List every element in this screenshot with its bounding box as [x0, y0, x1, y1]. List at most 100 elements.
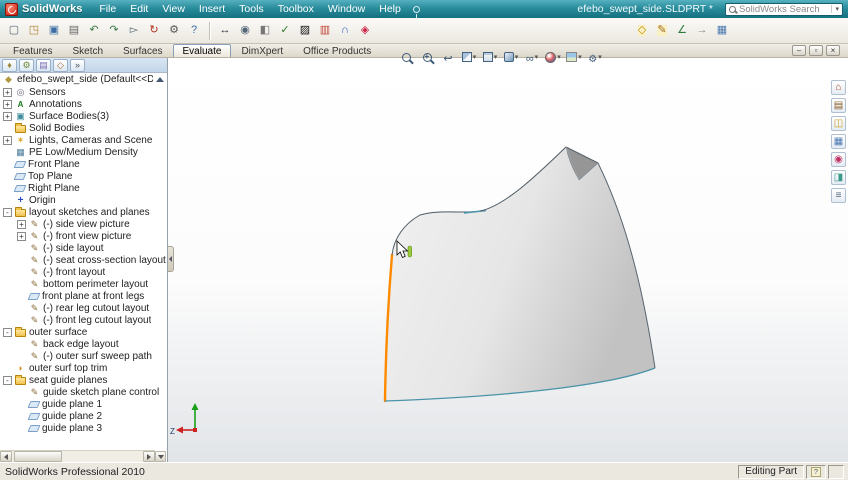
print-button[interactable]: ▤ [65, 22, 83, 40]
material-properties-button[interactable]: ◈ [356, 22, 374, 40]
tree-item[interactable]: bottom perimeter layout [0, 278, 167, 290]
mass-properties-button[interactable]: ◉ [236, 22, 254, 40]
draft-analysis-button[interactable]: ▥ [316, 22, 334, 40]
tree-hscrollbar[interactable] [0, 450, 155, 462]
panel-tabs-overflow[interactable]: » [70, 58, 85, 72]
tab-features[interactable]: Features [3, 44, 62, 57]
zoom-fit-button[interactable] [396, 48, 416, 66]
design-library-button[interactable]: ▤ [831, 98, 846, 113]
tab-evaluate[interactable]: Evaluate [172, 44, 232, 57]
expander-icon[interactable]: - [3, 375, 12, 385]
appearances-button[interactable]: ◉ [831, 152, 846, 167]
sketch-button[interactable]: ✎ [653, 21, 671, 39]
scroll-left-arrow[interactable] [0, 451, 12, 462]
menu-edit[interactable]: Edit [123, 2, 155, 16]
graphics-viewport[interactable]: ⌂ ▤ ◫ ▦ ◉ ◨ ≡ [168, 51, 848, 462]
tree-item[interactable]: - outer surface [0, 326, 167, 338]
tree-item[interactable]: + Annotations [0, 98, 167, 110]
view-settings-button[interactable] [585, 48, 605, 66]
curvature-button[interactable]: ∩ [336, 22, 354, 40]
section-properties-button[interactable]: ◧ [256, 22, 274, 40]
redo-button[interactable]: ↷ [105, 22, 123, 40]
tab-office-products[interactable]: Office Products [293, 44, 381, 57]
scrollbar-track[interactable] [62, 451, 143, 462]
view-palette-button[interactable]: ▦ [831, 134, 846, 149]
tree-item[interactable]: PE Low/Medium Density [0, 146, 167, 158]
tree-item[interactable]: outer surf top trim [0, 362, 167, 374]
expander-icon[interactable]: - [3, 207, 12, 217]
scrollbar-thumb[interactable] [14, 451, 62, 462]
pin-icon[interactable] [412, 5, 420, 18]
custom-properties-button[interactable]: ≡ [831, 188, 846, 203]
edit-appearance-button[interactable] [543, 48, 563, 66]
tab-sketch[interactable]: Sketch [62, 44, 113, 57]
previous-view-button[interactable] [438, 48, 458, 66]
help-button[interactable]: ? [185, 22, 203, 40]
file-explorer-button[interactable]: ◫ [831, 116, 846, 131]
expander-icon[interactable]: - [3, 327, 12, 337]
undo-button[interactable]: ↶ [85, 22, 103, 40]
tree-item[interactable]: + Sensors [0, 86, 167, 98]
expander-icon[interactable]: + [17, 219, 26, 229]
solidworks-resources-button[interactable]: ⌂ [831, 80, 846, 95]
swept-surface-body[interactable] [385, 147, 655, 401]
expander-icon[interactable]: + [3, 87, 12, 97]
tree-item[interactable]: back edge layout [0, 338, 167, 350]
check-entity-button[interactable]: ✓ [276, 22, 294, 40]
expander-icon[interactable]: + [17, 231, 26, 241]
rebuild-button[interactable]: ↻ [145, 22, 163, 40]
tree-item[interactable]: Solid Bodies [0, 122, 167, 134]
select-button[interactable]: ▻ [125, 22, 143, 40]
model-canvas[interactable]: Z [168, 58, 848, 462]
measure-button[interactable]: ↔ [216, 22, 234, 40]
menu-window[interactable]: Window [321, 2, 372, 16]
propertymanager-tab[interactable]: ⚙ [19, 58, 34, 72]
tree-item[interactable]: Right Plane [0, 182, 167, 194]
view-orientation-button[interactable] [480, 48, 500, 66]
tree-root-item[interactable]: efebo_swept_side (Default<<Default>_Dis [0, 73, 167, 86]
tree-item[interactable]: Front Plane [0, 158, 167, 170]
tree-item[interactable]: (-) outer surf sweep path [0, 350, 167, 362]
reference-geometry-button[interactable]: ◇ [633, 21, 651, 39]
scenes-button[interactable]: ◨ [831, 170, 846, 185]
featuremanager-tab[interactable]: ♦ [2, 58, 17, 72]
new-button[interactable]: ▢ [5, 22, 23, 40]
tree-item[interactable]: front plane at front legs [0, 290, 167, 302]
close-button[interactable]: × [826, 45, 840, 56]
display-style-button[interactable] [501, 48, 521, 66]
tree-item[interactable]: + Surface Bodies(3) [0, 110, 167, 122]
tree-item[interactable]: guide plane 3 [0, 422, 167, 434]
search-input[interactable]: SolidWorks Search [739, 4, 828, 15]
tree-item[interactable]: - seat guide planes [0, 374, 167, 386]
minimize-button[interactable]: – [792, 45, 806, 56]
menu-file[interactable]: File [92, 2, 123, 16]
tree-item[interactable]: guide plane 2 [0, 410, 167, 422]
tree-item[interactable]: Origin [0, 194, 167, 206]
configurationmanager-tab[interactable]: ▤ [36, 58, 51, 72]
scroll-right-arrow[interactable] [143, 451, 155, 462]
hide-show-items-button[interactable] [522, 48, 542, 66]
options-button[interactable]: ⚙ [165, 22, 183, 40]
menu-view[interactable]: View [155, 2, 192, 16]
section-view-button[interactable] [459, 48, 479, 66]
tree-item[interactable]: - layout sketches and planes [0, 206, 167, 218]
restore-button[interactable]: ▫ [809, 45, 823, 56]
scroll-down-arrow[interactable] [155, 451, 166, 462]
search-box[interactable]: SolidWorks Search [725, 2, 843, 16]
tree-item[interactable]: (-) front leg cutout layout [0, 314, 167, 326]
open-button[interactable]: ◳ [25, 22, 43, 40]
zebra-stripes-button[interactable]: ▨ [296, 22, 314, 40]
tree-item[interactable]: + Lights, Cameras and Scene [0, 134, 167, 146]
move-copy-button[interactable]: → [693, 21, 711, 39]
tab-dimxpert[interactable]: DimXpert [231, 44, 293, 57]
tree-item[interactable]: guide plane 1 [0, 398, 167, 410]
tree-item[interactable]: Top Plane [0, 170, 167, 182]
tab-surfaces[interactable]: Surfaces [113, 44, 172, 57]
menu-insert[interactable]: Insert [192, 2, 232, 16]
tree-item[interactable]: + (-) front view picture [0, 230, 167, 242]
zoom-area-button[interactable] [417, 48, 437, 66]
tree-item[interactable]: guide sketch plane control [0, 386, 167, 398]
tree-item[interactable]: (-) side layout [0, 242, 167, 254]
smart-dimension-button[interactable]: ∠ [673, 21, 691, 39]
dimxpertmanager-tab[interactable]: ◇ [53, 58, 68, 72]
